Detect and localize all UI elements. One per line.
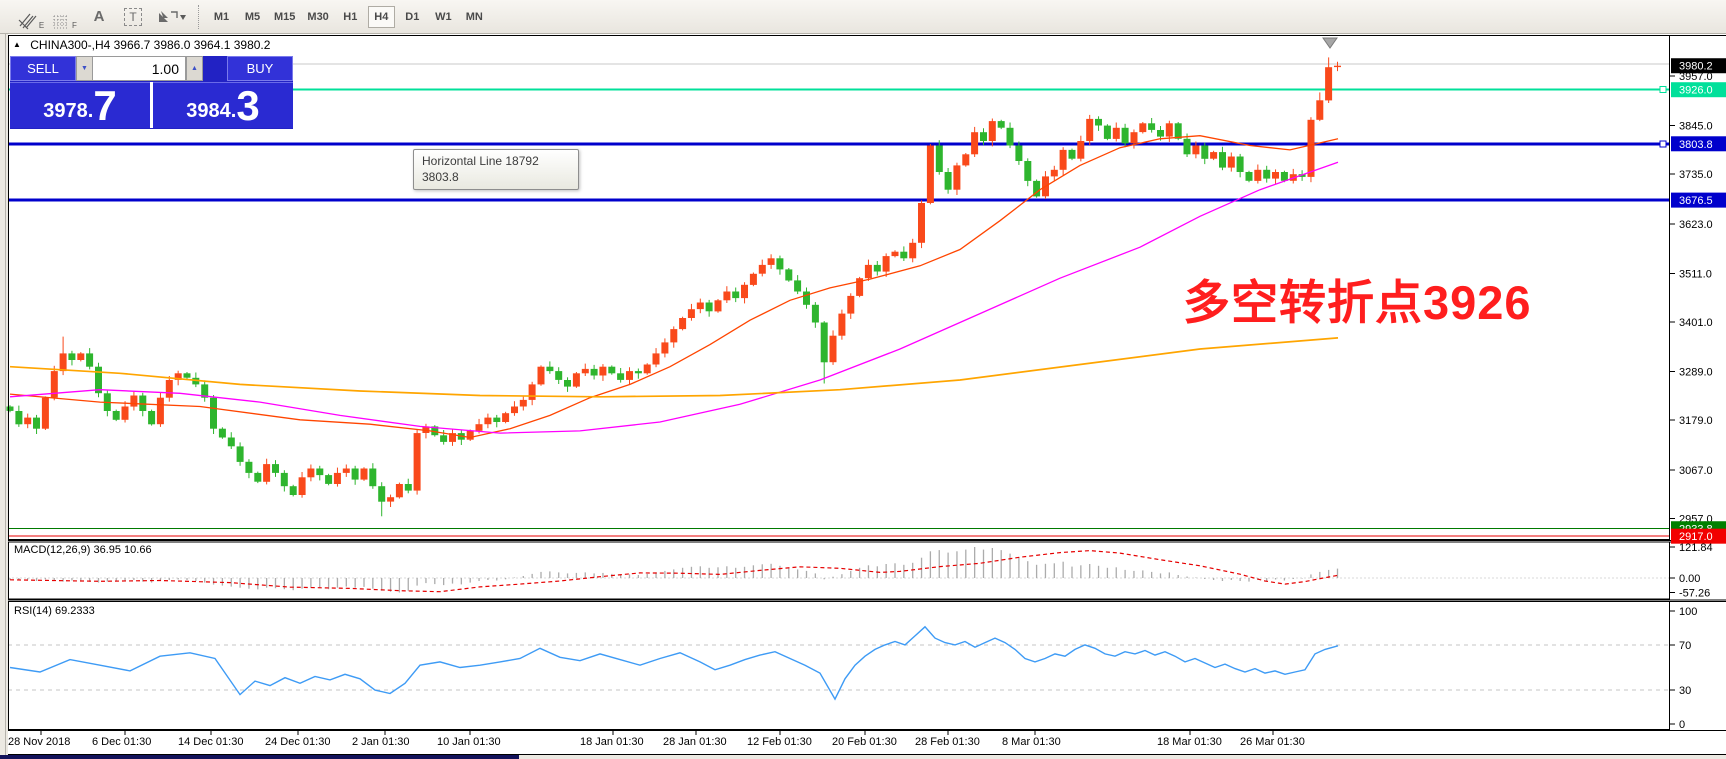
date-tick-label: 28 Jan 01:30 — [663, 736, 727, 748]
buy-price-frac: 3 — [236, 83, 259, 129]
volume-increase-button[interactable]: ▲ — [186, 56, 203, 81]
tooltip-line1: Horizontal Line 18792 — [422, 153, 570, 169]
volume-decrease-button[interactable]: ▼ — [76, 56, 93, 81]
price-label: 3067.0 — [1679, 465, 1713, 477]
buy-price-main: 3984 — [186, 100, 231, 123]
chart-title: ▲ CHINA300-,H4 3966.7 3986.0 3964.1 3980… — [13, 38, 270, 52]
rsi-label: RSI(14) 69.2333 — [14, 605, 95, 617]
price-label: 3845.0 — [1679, 121, 1713, 133]
date-tick-label: 8 Mar 01:30 — [1002, 736, 1061, 748]
collapse-panel-arrow-icon[interactable]: ▲ — [13, 40, 21, 49]
date-tick-label: 26 Mar 01:30 — [1240, 736, 1305, 748]
symbol-ohlc-text: CHINA300-,H4 3966.7 3986.0 3964.1 3980.2 — [30, 38, 270, 52]
panel-gap — [203, 56, 227, 81]
window-left-edge — [5, 33, 6, 759]
price-badge-label: 3926.0 — [1679, 85, 1713, 97]
one-click-trading-panel: SELL ▼ ▲ BUY 3978.7 3984.3 — [10, 56, 293, 129]
sell-price[interactable]: 3978.7 — [10, 82, 150, 128]
rsi-axis-label: 0 — [1679, 719, 1685, 731]
date-tick-label: 18 Mar 01:30 — [1157, 736, 1222, 748]
date-tick-label: 20 Feb 01:30 — [832, 736, 897, 748]
triangle-up-icon: ▲ — [191, 65, 198, 72]
triangle-down-icon: ▼ — [81, 65, 88, 72]
date-tick-label: 28 Feb 01:30 — [915, 736, 980, 748]
sell-price-frac: 7 — [93, 83, 116, 129]
price-label: 3511.0 — [1679, 268, 1712, 280]
macd-label: MACD(12,26,9) 36.95 10.66 — [14, 544, 152, 556]
line-handle[interactable] — [1660, 141, 1666, 147]
object-tooltip: Horizontal Line 18792 3803.8 — [413, 149, 579, 190]
price-label: 3623.0 — [1679, 219, 1713, 231]
macd-axis-label: -57.26 — [1679, 588, 1710, 600]
date-tick-label: 28 Nov 2018 — [8, 736, 70, 748]
rsi-axis-label: 100 — [1679, 606, 1697, 618]
date-tick-label: 6 Dec 01:30 — [92, 736, 151, 748]
date-tick-label: 10 Jan 01:30 — [437, 736, 501, 748]
buy-button[interactable]: BUY — [227, 56, 293, 81]
line-handle[interactable] — [1660, 87, 1666, 93]
date-tick-label: 18 Jan 01:30 — [580, 736, 644, 748]
macd-axis-label: 0.00 — [1679, 573, 1700, 585]
chart-text-annotation[interactable]: 多空转折点3926 — [1183, 264, 1532, 333]
date-tick-label: 12 Feb 01:30 — [747, 736, 812, 748]
macd-axis-label: 121.84 — [1679, 542, 1713, 554]
price-badge-label: 3676.5 — [1679, 195, 1713, 207]
mt4-window: E F A T M1M5M15M30H1H4D1W1MN 3957.03845.… — [0, 0, 1726, 759]
rsi-axis-label: 70 — [1679, 640, 1691, 652]
volume-input[interactable] — [93, 56, 186, 81]
price-label: 3289.0 — [1679, 367, 1713, 379]
price-label: 3735.0 — [1679, 169, 1713, 181]
bottom-strip — [0, 755, 519, 759]
price-badge-label: 3803.8 — [1679, 139, 1713, 151]
date-tick-label: 2 Jan 01:30 — [352, 736, 410, 748]
date-tick-label: 14 Dec 01:30 — [178, 736, 243, 748]
chart-background — [8, 34, 1726, 755]
buy-price[interactable]: 3984.3 — [153, 82, 293, 128]
date-tick-label: 24 Dec 01:30 — [265, 736, 330, 748]
sell-price-main: 3978 — [43, 100, 88, 123]
sell-button[interactable]: SELL — [10, 56, 76, 81]
price-label: 3401.0 — [1679, 317, 1713, 329]
price-badge-label: 3980.2 — [1679, 61, 1713, 73]
rsi-axis-label: 30 — [1679, 685, 1691, 697]
price-label: 3179.0 — [1679, 415, 1713, 427]
tooltip-line2: 3803.8 — [422, 169, 570, 185]
